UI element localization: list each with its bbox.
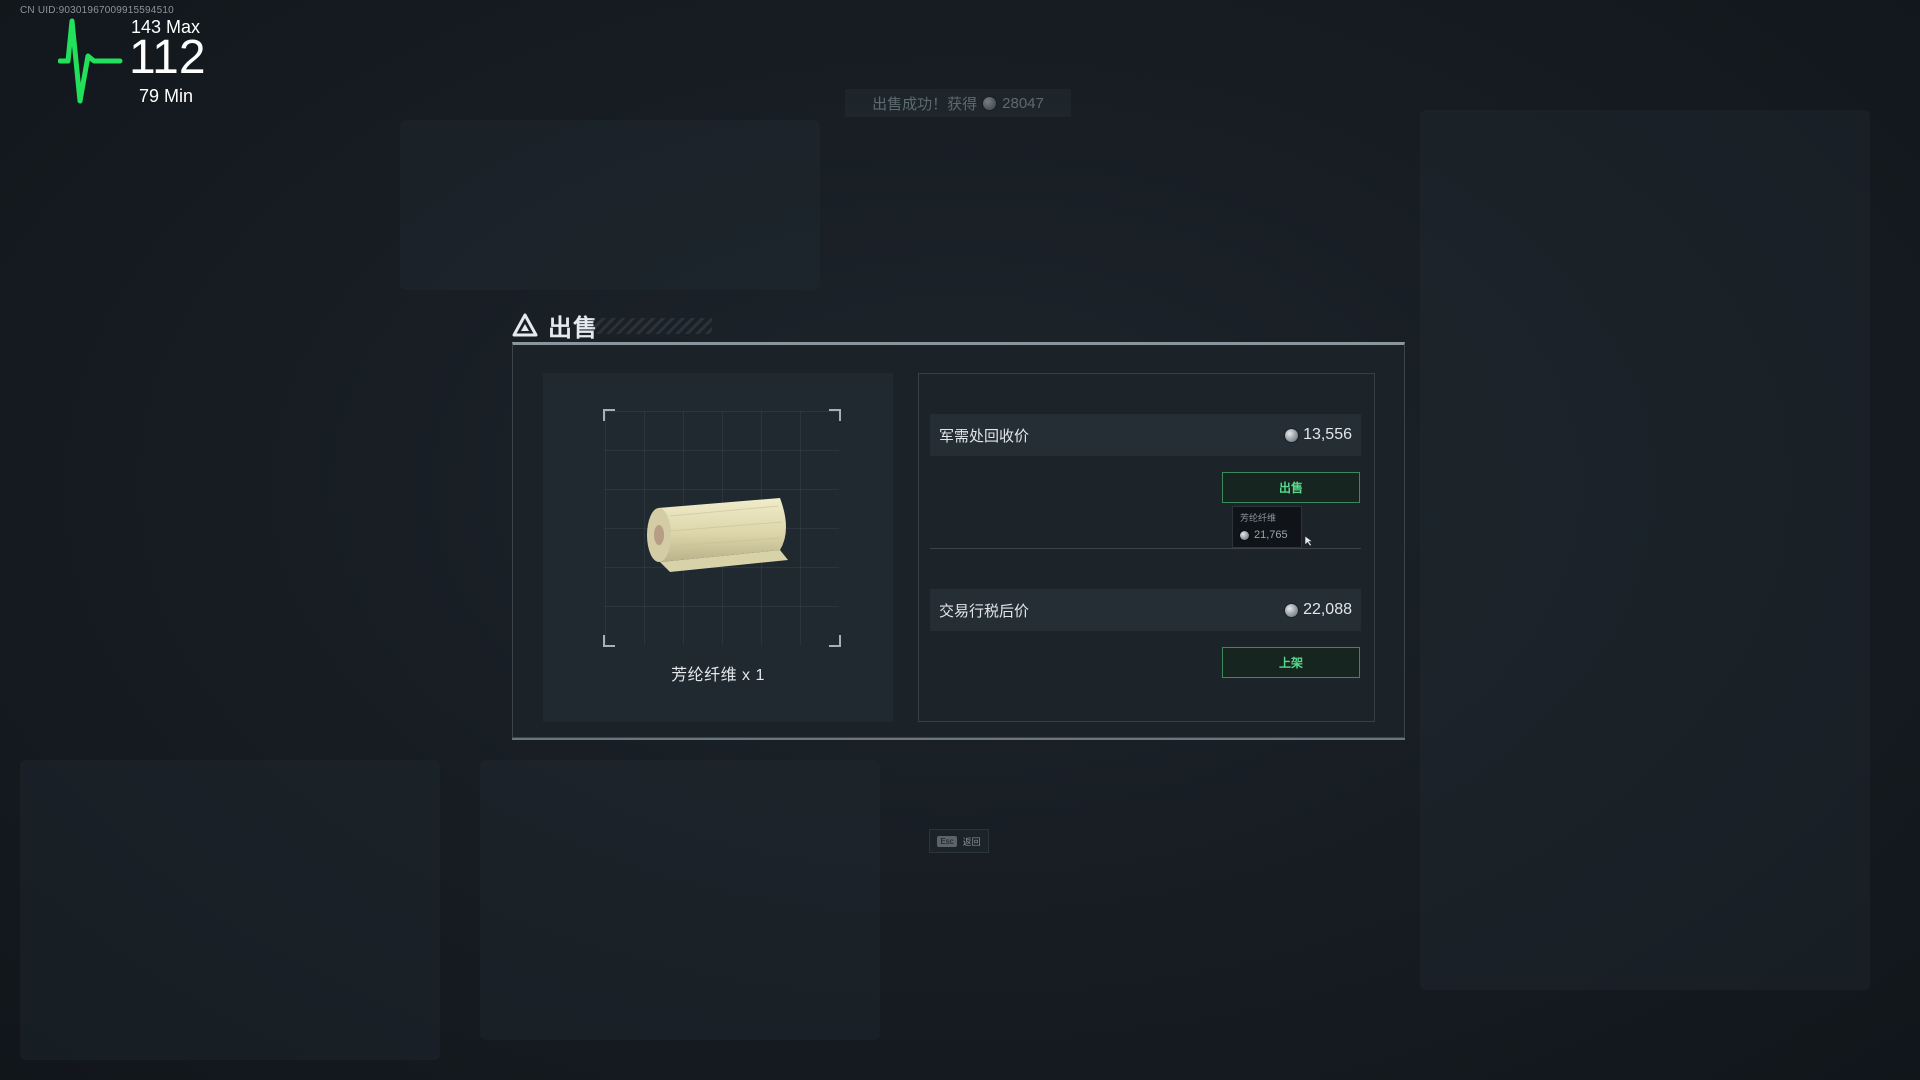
heartbeat-icon	[58, 18, 123, 104]
frame-corner	[603, 409, 615, 421]
dialog-header: 出售	[512, 307, 598, 343]
recycle-price-label: 军需处回收价	[939, 427, 1030, 445]
uid-label: CN UID:9030196700991559451​0	[20, 5, 174, 16]
recycle-price-row: 军需处回收价 13,556	[930, 414, 1361, 456]
market-price: 22,088	[1285, 601, 1352, 619]
coin-icon	[1285, 428, 1299, 442]
item-name: 芳纶纤维 x 1	[671, 667, 765, 684]
back-label: 返回	[962, 836, 981, 847]
divider	[930, 548, 1361, 549]
market-price-label: 交易行税后价	[939, 602, 1030, 620]
recycle-price: 13,556	[1285, 426, 1352, 444]
heart-rate-min: 79 Min	[139, 86, 194, 106]
mouse-cursor-icon	[1304, 535, 1314, 547]
frame-corner	[603, 635, 615, 647]
toast-amount: 28047	[1002, 94, 1044, 112]
heart-rate-value: 112	[129, 31, 206, 84]
warning-triangle-icon	[512, 313, 538, 337]
tooltip-price-value: 21,765	[1254, 529, 1288, 541]
toast-text: 出售成功！获得	[872, 95, 978, 113]
coin-icon	[1285, 603, 1299, 617]
esc-key: Esc	[937, 835, 957, 847]
back-hint[interactable]: Esc 返回	[929, 829, 989, 853]
fabric-roll-icon	[647, 498, 788, 572]
frame-corner	[829, 409, 841, 421]
market-price-value: 22,088	[1303, 601, 1352, 618]
price-panel: 军需处回收价 13,556 出售 交易行税后价 22,088 上架	[918, 373, 1375, 722]
price-tooltip: 芳纶纤维 21,765	[1232, 506, 1302, 548]
coin-icon	[983, 96, 997, 110]
title-decoration	[592, 318, 712, 334]
sale-success-toast: 出售成功！获得 28047	[845, 89, 1071, 117]
tooltip-item-name: 芳纶纤维	[1240, 513, 1277, 523]
frame-corner	[829, 635, 841, 647]
dialog-title: 出售	[548, 314, 598, 342]
item-grid	[603, 409, 841, 647]
market-price-row: 交易行税后价 22,088	[930, 589, 1361, 631]
sell-button[interactable]: 出售	[1222, 472, 1360, 503]
recycle-price-value: 13,556	[1303, 426, 1352, 443]
item-preview: 芳纶纤维 x 1	[543, 373, 893, 722]
tooltip-price: 21,765	[1240, 529, 1294, 541]
coin-icon	[1240, 530, 1249, 540]
list-on-market-button[interactable]: 上架	[1222, 647, 1360, 678]
